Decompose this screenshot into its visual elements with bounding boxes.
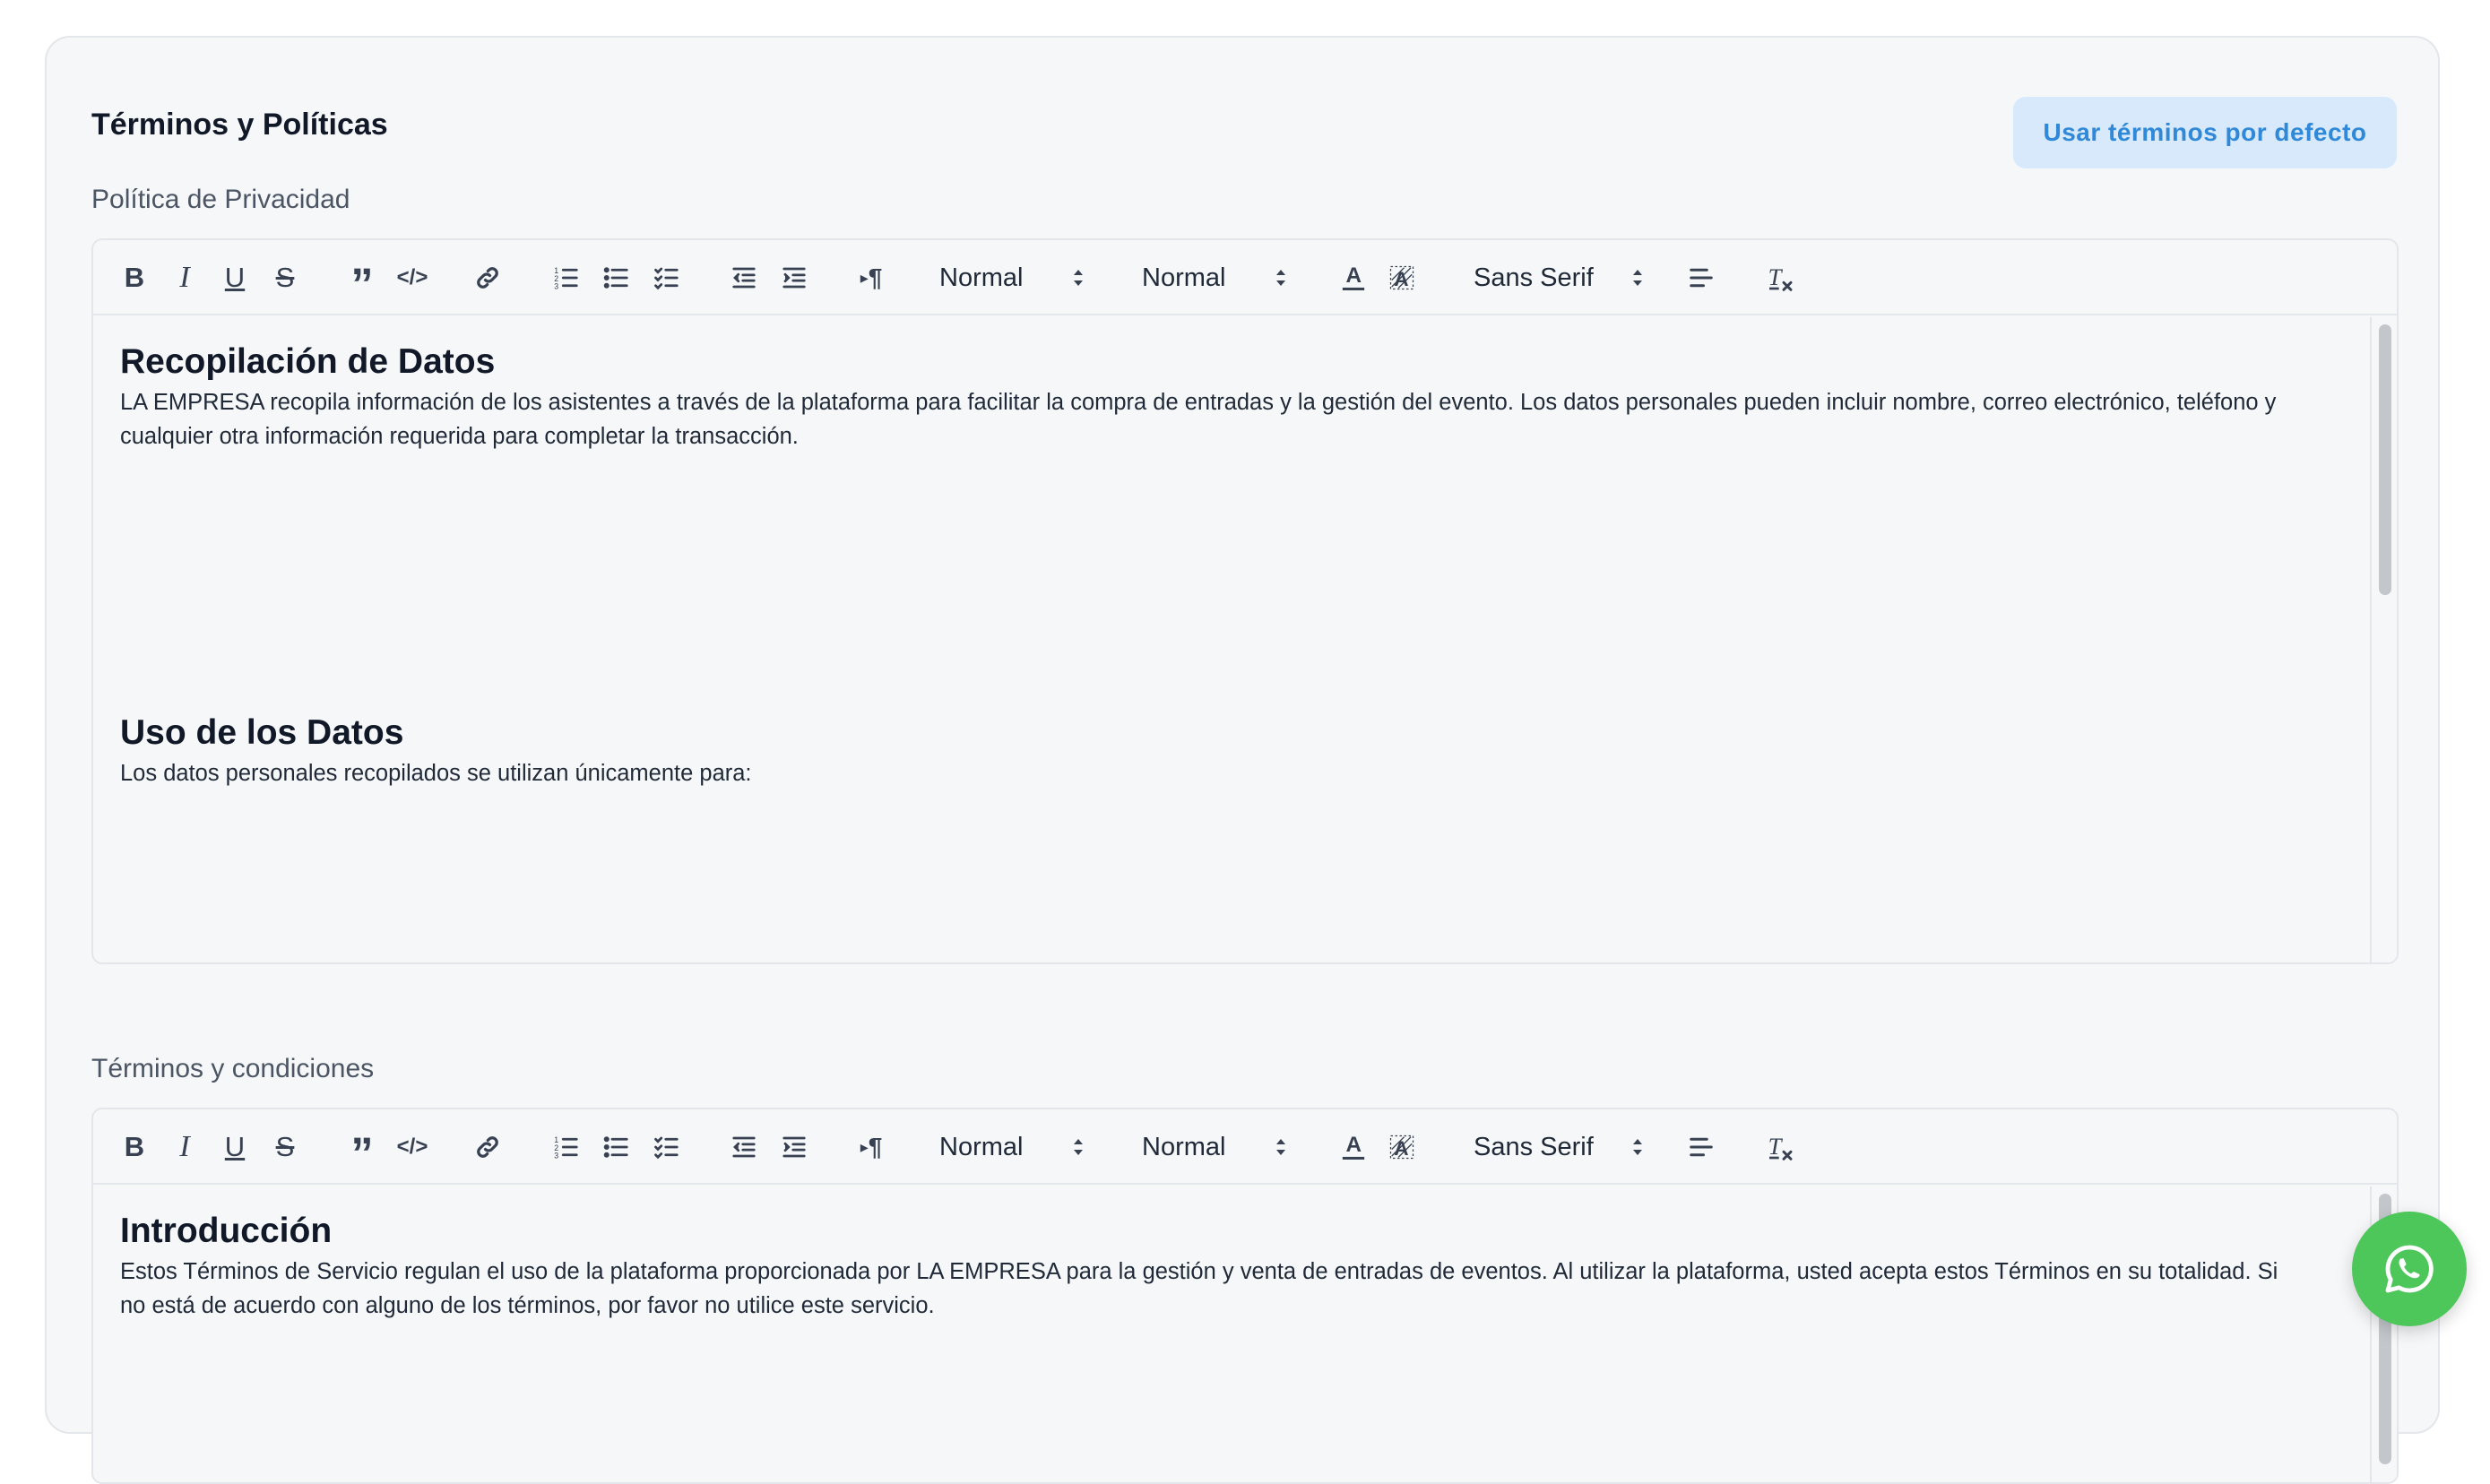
- svg-text:3: 3: [554, 1152, 558, 1160]
- header-select-value: Normal: [939, 263, 1024, 292]
- privacy-editor-toolbar: B I U S ” </> 123 ▸ ¶ Normal Normal A A …: [93, 240, 2397, 315]
- whatsapp-button[interactable]: [2352, 1212, 2467, 1326]
- font-select[interactable]: Sans Serif: [1474, 1127, 1644, 1167]
- checklist-icon[interactable]: [651, 260, 683, 296]
- italic-icon[interactable]: I: [170, 260, 199, 296]
- select-arrows-icon: [1275, 1127, 1287, 1167]
- outdent-icon[interactable]: [728, 1129, 760, 1165]
- header-select-value: Normal: [939, 1132, 1024, 1161]
- checklist-icon[interactable]: [651, 1129, 683, 1165]
- code-block-icon[interactable]: </>: [394, 260, 430, 296]
- ordered-list-icon[interactable]: 123: [550, 260, 583, 296]
- select-arrows-icon: [1072, 1127, 1085, 1167]
- clear-formatting-icon[interactable]: T: [1764, 1129, 1796, 1165]
- underline-icon[interactable]: U: [220, 260, 249, 296]
- privacy-editor-scrollbar[interactable]: [2370, 317, 2397, 962]
- header-select[interactable]: Normal: [939, 258, 1101, 298]
- italic-icon[interactable]: I: [170, 1129, 199, 1165]
- svg-text:A: A: [1346, 263, 1362, 288]
- whatsapp-icon: [2385, 1245, 2434, 1293]
- svg-text:T: T: [1768, 263, 1784, 290]
- svg-text:T: T: [1768, 1133, 1784, 1160]
- font-select[interactable]: Sans Serif: [1474, 258, 1644, 298]
- select-arrows-icon: [1631, 258, 1644, 298]
- bullet-list-icon[interactable]: [601, 1129, 633, 1165]
- section-heading: Introducción: [120, 1212, 333, 1250]
- section-heading: Uso de los Datos: [120, 713, 404, 752]
- terms-conditions-editor: B I U S ” </> 123 ▸ ¶ Normal Normal A A …: [91, 1108, 2399, 1484]
- link-icon[interactable]: [471, 1129, 504, 1165]
- align-left-icon[interactable]: [1685, 260, 1717, 296]
- use-default-terms-button[interactable]: Usar términos por defecto: [2013, 97, 2397, 168]
- text-color-icon[interactable]: A: [1337, 260, 1370, 296]
- select-arrows-icon: [1275, 258, 1287, 298]
- font-select-value: Sans Serif: [1474, 263, 1594, 292]
- scrollbar-thumb[interactable]: [2379, 324, 2391, 595]
- bold-icon[interactable]: B: [120, 1129, 149, 1165]
- ordered-list-icon[interactable]: 123: [550, 1129, 583, 1165]
- privacy-policy-label: Política de Privacidad: [91, 185, 350, 214]
- select-arrows-icon: [1072, 258, 1085, 298]
- section-body: LA EMPRESA recopila información de los a…: [120, 390, 2277, 449]
- size-select-value: Normal: [1142, 1132, 1226, 1161]
- outdent-icon[interactable]: [728, 260, 760, 296]
- background-color-icon[interactable]: A: [1386, 1129, 1418, 1165]
- link-icon[interactable]: [471, 260, 504, 296]
- font-select-value: Sans Serif: [1474, 1132, 1594, 1161]
- privacy-policy-editor: B I U S ” </> 123 ▸ ¶ Normal Normal A A …: [91, 238, 2399, 964]
- svg-text:3: 3: [554, 282, 558, 291]
- bullet-list-icon[interactable]: [601, 260, 633, 296]
- blockquote-icon[interactable]: ”: [346, 260, 378, 306]
- terms-policies-card: Términos y Políticas Usar términos por d…: [45, 36, 2440, 1484]
- blockquote-icon[interactable]: ”: [346, 1129, 378, 1176]
- size-select[interactable]: Normal: [1142, 258, 1303, 298]
- indent-icon[interactable]: [778, 1129, 810, 1165]
- size-select[interactable]: Normal: [1142, 1127, 1303, 1167]
- align-left-icon[interactable]: [1685, 1129, 1717, 1165]
- terms-editor-toolbar: B I U S ” </> 123 ▸ ¶ Normal Normal A A …: [93, 1109, 2397, 1185]
- privacy-editor-content[interactable]: Recopilación de Datos LA EMPRESA recopil…: [93, 317, 2397, 962]
- svg-text:A: A: [1346, 1133, 1362, 1157]
- size-select-value: Normal: [1142, 263, 1226, 292]
- code-block-icon[interactable]: </>: [394, 1129, 430, 1165]
- section-heading: Recopilación de Datos: [120, 342, 496, 381]
- terms-editor-content[interactable]: Introducción Estos Términos de Servicio …: [93, 1186, 2397, 1482]
- background-color-icon[interactable]: A: [1386, 260, 1418, 296]
- header-select[interactable]: Normal: [939, 1127, 1101, 1167]
- clear-formatting-icon[interactable]: T: [1764, 260, 1796, 296]
- text-color-icon[interactable]: A: [1337, 1129, 1370, 1165]
- text-direction-icon[interactable]: ▸ ¶: [853, 260, 889, 296]
- strikethrough-icon[interactable]: S: [271, 260, 299, 296]
- section-body: Los datos personales recopilados se util…: [120, 761, 752, 786]
- section-body: Estos Términos de Servicio regulan el us…: [120, 1259, 2278, 1318]
- terms-conditions-label: Términos y condiciones: [91, 1054, 375, 1083]
- bold-icon[interactable]: B: [120, 260, 149, 296]
- indent-icon[interactable]: [778, 260, 810, 296]
- select-arrows-icon: [1631, 1127, 1644, 1167]
- underline-icon[interactable]: U: [220, 1129, 249, 1165]
- card-title: Términos y Políticas: [91, 108, 388, 142]
- strikethrough-icon[interactable]: S: [271, 1129, 299, 1165]
- text-direction-icon[interactable]: ▸ ¶: [853, 1129, 889, 1165]
